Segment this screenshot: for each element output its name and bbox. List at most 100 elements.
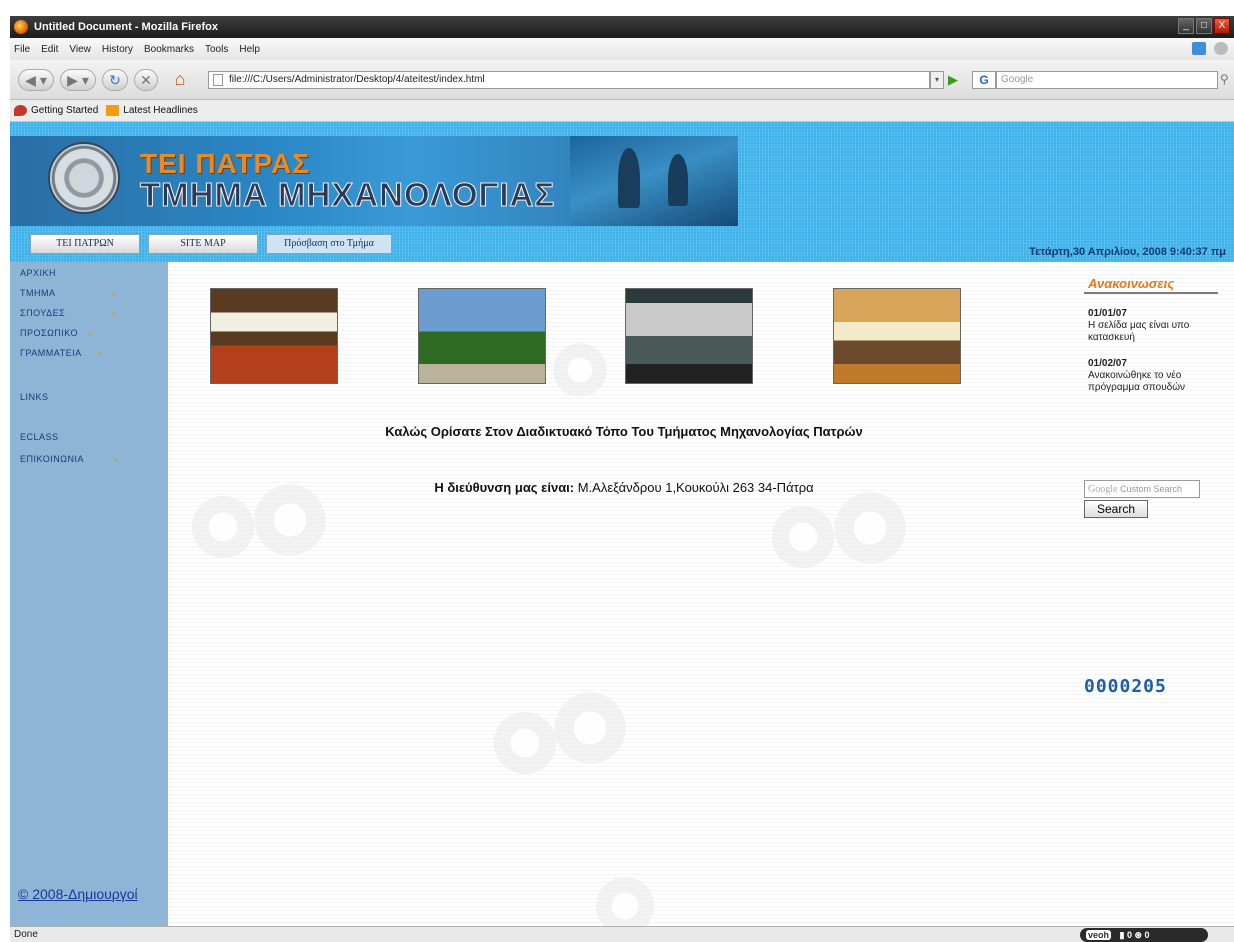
- back-button[interactable]: ◀ ▾: [18, 69, 54, 91]
- bookmark-latest-headlines[interactable]: Latest Headlines: [106, 105, 198, 116]
- current-datetime: Τετάρτη,30 Απριλίου, 2008 9:40:37 πμ: [1029, 246, 1226, 258]
- nav-access-department[interactable]: Πρόσβαση στο Τμήμα: [266, 234, 392, 254]
- photo-auditorium: [210, 288, 338, 384]
- home-icon[interactable]: ⌂: [166, 69, 194, 91]
- nav-site-map[interactable]: SITE MAP: [148, 234, 258, 254]
- getting-started-icon: [14, 105, 27, 116]
- firefox-icon: [14, 20, 28, 34]
- url-field[interactable]: file:///C:/Users/Administrator/Desktop/4…: [208, 71, 930, 89]
- forward-button[interactable]: ▶ ▾: [60, 69, 96, 91]
- skype-icon[interactable]: [1192, 42, 1206, 55]
- page-icon: [213, 74, 223, 86]
- header-title-department: ΤΜΗΜΑ ΜΗΧΑΝΟΛΟΓΙΑΣ: [139, 176, 556, 214]
- university-seal-logo: [48, 142, 120, 214]
- gear-decoration: [550, 340, 610, 400]
- address-value: Μ.Αλεξάνδρου 1,Κουκούλι 263 34-Πάτρα: [574, 480, 814, 495]
- announcement-text: Η σελίδα μας είναι υπο κατασκευή: [1088, 320, 1190, 343]
- photo-campus-flags: [418, 288, 546, 384]
- bookmark-label: Getting Started: [31, 105, 99, 116]
- bookmark-label: Latest Headlines: [123, 105, 198, 116]
- veoh-counts: ▮ 0 ⊛ 0: [1119, 930, 1150, 940]
- url-text: file:///C:/Users/Administrator/Desktop/4…: [229, 74, 485, 85]
- google-logo: Google: [1088, 484, 1118, 495]
- window-title: Untitled Document - Mozilla Firefox: [34, 21, 218, 33]
- sidebar-item-links[interactable]: LINKS: [20, 392, 49, 402]
- search-icon[interactable]: ⚲: [1220, 72, 1229, 86]
- search-button[interactable]: Search: [1084, 500, 1148, 518]
- photo-computer-lab: [625, 288, 753, 384]
- copyright-link[interactable]: © 2008-Δημιουργοί: [18, 886, 138, 902]
- nav-tei-patron[interactable]: ΤΕΙ ΠΑΤΡΩΝ: [30, 234, 140, 254]
- url-dropdown-button[interactable]: ▾: [930, 71, 944, 89]
- page-content: ΤΕΙ ΠΑΤΡΑΣ ΤΜΗΜΑ ΜΗΧΑΝΟΛΟΓΙΑΣ ΤΕΙ ΠΑΤΡΩΝ…: [10, 122, 1234, 926]
- sidebar-item-eclass[interactable]: ECLASS: [20, 432, 59, 442]
- sidebar-item-department[interactable]: ΤΜΗΜΑ: [20, 288, 56, 298]
- custom-search-input[interactable]: Google Custom Search: [1084, 480, 1200, 498]
- welcome-heading: Καλώς Ορίσατε Στον Διαδικτυακό Τόπο Του …: [385, 424, 863, 439]
- bookmark-getting-started[interactable]: Getting Started: [14, 105, 98, 116]
- stop-icon[interactable]: ✕: [134, 69, 158, 91]
- sidebar-item-home[interactable]: ΑΡΧΙΚΗ: [20, 268, 56, 278]
- menu-bar: File Edit View History Bookmarks Tools H…: [10, 38, 1234, 60]
- announcement-item[interactable]: 01/01/07 Η σελίδα μας είναι υπο κατασκευ…: [1084, 308, 1234, 344]
- go-icon[interactable]: ▶: [948, 71, 964, 89]
- status-bar: Done veoh ▮ 0 ⊛ 0: [10, 926, 1234, 942]
- gear-decoration: [490, 708, 560, 778]
- minimize-button[interactable]: _: [1178, 18, 1194, 34]
- status-text: Done: [14, 929, 38, 940]
- sidebar-item-contact[interactable]: ΕΠΙΚΟΙΝΩΝΙΑ: [20, 454, 84, 464]
- announcement-date: 01/01/07: [1088, 308, 1127, 319]
- reload-icon[interactable]: ↻: [102, 69, 128, 91]
- chevron-down-icon: ↘: [112, 455, 119, 464]
- photo-meeting-room: [833, 288, 961, 384]
- search-input[interactable]: Google: [996, 71, 1218, 89]
- announcement-item[interactable]: 01/02/07 Ανακοινώθηκε το νέο πρόγραμμα σ…: [1084, 358, 1234, 394]
- custom-search-placeholder: Custom Search: [1119, 484, 1182, 494]
- gear-decoration: [188, 492, 258, 562]
- menu-bookmarks[interactable]: Bookmarks: [144, 44, 194, 55]
- announcement-text: Ανακοινώθηκε το νέο πρόγραμμα σπουδών: [1088, 370, 1186, 393]
- announcements-heading: Ανακοινωσεις: [1084, 276, 1218, 294]
- site-header: ΤΕΙ ΠΑΤΡΑΣ ΤΜΗΜΑ ΜΗΧΑΝΟΛΟΓΙΑΣ ΤΕΙ ΠΑΤΡΩΝ…: [10, 122, 1234, 262]
- visitor-counter: 0000205: [1084, 676, 1167, 697]
- sidebar-item-staff[interactable]: ΠΡΟΣΩΠΙΚΟ: [20, 328, 78, 338]
- navigation-toolbar: ◀ ▾ ▶ ▾ ↻ ✕ ⌂ file:///C:/Users/Administr…: [10, 60, 1234, 100]
- veoh-logo: veoh: [1086, 930, 1112, 940]
- person-silhouette: [668, 154, 688, 206]
- announcements-panel: Ανακοινωσεις 01/01/07 Η σελίδα μας είναι…: [1084, 276, 1234, 394]
- window-titlebar: Untitled Document - Mozilla Firefox _ □ …: [10, 16, 1234, 38]
- gear-decoration: [830, 488, 910, 568]
- menu-history[interactable]: History: [102, 44, 133, 55]
- maximize-button[interactable]: □: [1196, 18, 1212, 34]
- search-engine-selector[interactable]: G: [972, 71, 996, 89]
- left-sidebar: ΑΡΧΙΚΗ ΤΜΗΜΑ ↘ ΣΠΟΥΔΕΣ ↘ ΠΡΟΣΩΠΙΚΟ ↘ ΓΡΑ…: [10, 262, 168, 926]
- gear-decoration: [590, 876, 660, 926]
- bookmarks-toolbar: Getting Started Latest Headlines: [10, 100, 1234, 122]
- sidebar-item-studies[interactable]: ΣΠΟΥΔΕΣ: [20, 308, 65, 318]
- chevron-down-icon: ↘: [110, 289, 117, 298]
- person-silhouette: [618, 148, 640, 208]
- window-controls: _ □ X: [1178, 18, 1230, 34]
- address-line: Η διεύθυνση μας είναι: Μ.Αλεξάνδρου 1,Κο…: [168, 480, 1080, 495]
- address-label: Η διεύθυνση μας είναι:: [434, 480, 575, 495]
- menubar-right-icons: [1192, 42, 1228, 55]
- gear-decoration: [550, 688, 630, 768]
- menu-help[interactable]: Help: [239, 44, 260, 55]
- banner-photo: [570, 136, 738, 226]
- gear-decoration: [768, 502, 838, 572]
- chevron-down-icon: ↘: [96, 349, 103, 358]
- close-button[interactable]: X: [1214, 18, 1230, 34]
- top-navigation: ΤΕΙ ΠΑΤΡΩΝ SITE MAP Πρόσβαση στο Τμήμα: [30, 234, 400, 256]
- announcement-date: 01/02/07: [1088, 358, 1127, 369]
- menu-edit[interactable]: Edit: [41, 44, 58, 55]
- chevron-down-icon: ↘: [86, 329, 93, 338]
- chevron-down-icon: ↘: [110, 309, 117, 318]
- veoh-widget[interactable]: veoh ▮ 0 ⊛ 0: [1080, 928, 1208, 942]
- throbber-icon: [1214, 42, 1228, 55]
- menu-tools[interactable]: Tools: [205, 44, 228, 55]
- menu-file[interactable]: File: [14, 44, 30, 55]
- custom-search-box: Google Custom Search Search: [1084, 480, 1202, 518]
- rss-icon: [106, 105, 120, 116]
- menu-view[interactable]: View: [69, 44, 91, 55]
- sidebar-item-secretariat[interactable]: ΓΡΑΜΜΑΤΕΙΑ: [20, 348, 82, 358]
